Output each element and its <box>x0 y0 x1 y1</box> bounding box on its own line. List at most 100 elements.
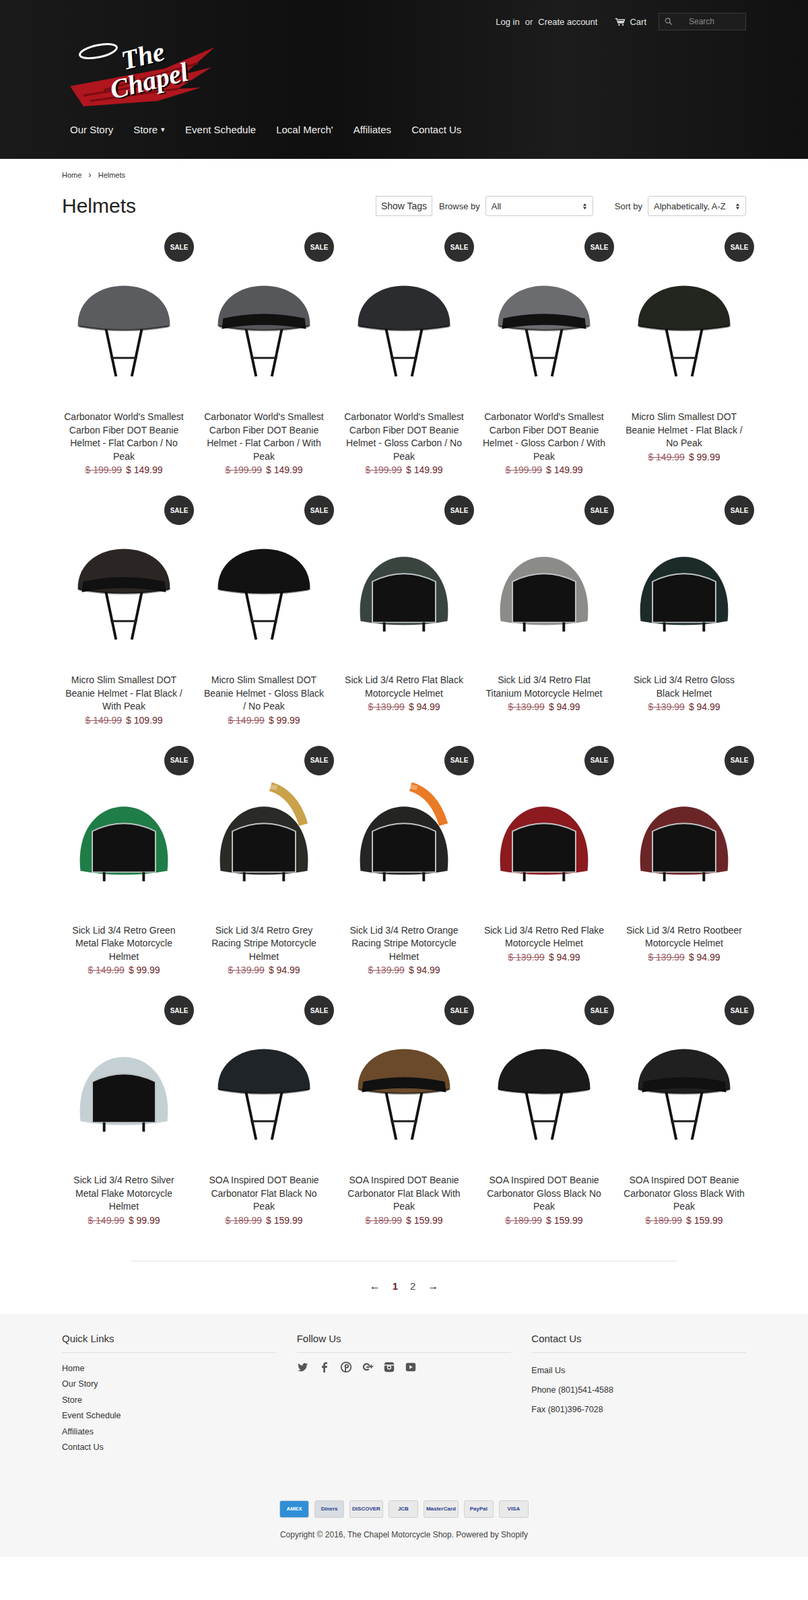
prev-page-button[interactable]: ← <box>369 1280 381 1293</box>
youtube-icon[interactable] <box>404 1361 417 1374</box>
product-price: $ 199.99$ 149.99 <box>505 464 584 476</box>
product-card[interactable]: SALESick Lid 3/4 Retro Silver Metal Flak… <box>61 995 186 1227</box>
nav-item[interactable]: Affiliates <box>345 118 400 141</box>
beanie-helmet-icon <box>64 252 184 385</box>
facebook-icon[interactable] <box>318 1361 331 1374</box>
payment-icon: JCB <box>388 1500 419 1519</box>
original-price: $ 199.99 <box>505 464 543 476</box>
product-card[interactable]: SALECarbonator World's Smallest Carbon F… <box>202 232 326 476</box>
product-card[interactable]: SALECarbonator World's Smallest Carbon F… <box>482 232 606 476</box>
sale-price: $ 149.99 <box>406 464 444 476</box>
product-card[interactable]: SALESick Lid 3/4 Retro Orange Racing Str… <box>342 746 466 977</box>
nav-item[interactable]: Store▾ <box>125 118 174 141</box>
twitter-icon[interactable] <box>296 1361 310 1374</box>
sale-price: $ 159.99 <box>406 1215 444 1227</box>
logo-text: The Chapel <box>90 31 202 106</box>
sale-badge: SALE <box>304 995 334 1026</box>
nav-item[interactable]: Our Story <box>61 118 122 141</box>
footer-link[interactable]: Contact Us <box>61 1440 277 1457</box>
payment-icon: VISA <box>498 1500 529 1519</box>
product-title: Sick Lid 3/4 Retro Grey Racing Stripe Mo… <box>202 924 326 965</box>
collection-title: Helmets <box>61 194 137 218</box>
nav-item[interactable]: Event Schedule <box>177 118 264 141</box>
nav-item[interactable]: Contact Us <box>403 118 470 141</box>
product-price: $ 199.99$ 149.99 <box>85 464 163 476</box>
create-account-link[interactable]: Create account <box>537 16 598 27</box>
product-title: Sick Lid 3/4 Retro Red Flake Motorcycle … <box>482 924 606 951</box>
product-card[interactable]: SALESick Lid 3/4 Retro Rootbeer Motorcyc… <box>622 746 747 977</box>
cart-icon <box>614 17 626 27</box>
login-link[interactable]: Log in <box>495 16 520 27</box>
next-page-button[interactable]: → <box>427 1280 439 1293</box>
footer-link[interactable]: Store <box>61 1393 277 1410</box>
sort-select[interactable]: Alphabetically, A-Z <box>647 195 747 217</box>
product-image: SALE <box>482 995 606 1168</box>
product-card[interactable]: SALESick Lid 3/4 Retro Gloss Black Helme… <box>622 495 747 726</box>
googleplus-icon[interactable] <box>361 1361 374 1374</box>
page-number[interactable]: 2 <box>410 1280 416 1293</box>
beanie-helmet-icon <box>344 1016 464 1149</box>
payment-icon: Diners <box>314 1500 345 1519</box>
product-price: $ 139.99$ 94.99 <box>647 701 720 713</box>
footer-link[interactable]: Home <box>61 1361 277 1378</box>
product-title: SOA Inspired DOT Beanie Carbonator Flat … <box>202 1174 326 1215</box>
nav-item[interactable]: Local Merch' <box>267 118 342 141</box>
beanie-helmet-icon <box>64 515 184 648</box>
product-price: $ 149.99$ 99.99 <box>227 715 300 726</box>
product-price: $ 149.99$ 99.99 <box>87 1215 160 1227</box>
product-card[interactable]: SALE Sick Lid 3/4 Retro Red Flake Motorcy… <box>482 746 606 977</box>
sale-price: $ 94.99 <box>408 964 441 976</box>
product-title: Carbonator World's Smallest Carbon Fiber… <box>482 410 606 464</box>
product-price: $ 149.99$ 99.99 <box>87 964 160 976</box>
product-image: SALE <box>482 746 606 918</box>
footer-link[interactable]: Event Schedule <box>61 1408 277 1425</box>
footer-link[interactable]: Affiliates <box>61 1424 277 1441</box>
product-card[interactable]: SALESOA Inspired DOT Beanie Carbonator F… <box>202 995 326 1227</box>
sale-badge: SALE <box>444 995 475 1026</box>
cart-link[interactable]: Cart <box>614 16 647 27</box>
payment-icon: DISCOVER <box>349 1500 384 1519</box>
product-card[interactable]: SALECarbonator World's Smallest Carbon F… <box>61 232 186 476</box>
product-card[interactable]: SALESOA Inspired DOT Beanie Carbonator F… <box>342 995 466 1227</box>
product-card[interactable]: SALESick Lid 3/4 Retro Green Metal Flake… <box>61 746 186 977</box>
page-number[interactable]: 1 <box>392 1280 398 1293</box>
product-card[interactable]: SALESick Lid 3/4 Retro Flat Titanium Mot… <box>482 495 606 726</box>
footer-link[interactable]: Our Story <box>61 1376 277 1394</box>
product-card[interactable]: SALESick Lid 3/4 Retro Flat Black Motorc… <box>342 495 466 726</box>
product-image: SALE <box>202 746 326 918</box>
product-card[interactable]: SALECarbonator World's Smallest Carbon F… <box>342 232 466 476</box>
sale-badge: SALE <box>304 746 334 776</box>
instagram-icon[interactable] <box>383 1361 396 1374</box>
browse-select[interactable]: All <box>485 195 594 217</box>
product-price: $ 139.99$ 94.99 <box>367 701 440 713</box>
show-tags-button[interactable]: Show Tags <box>375 195 433 217</box>
main-nav: Our StoryStore▾Event ScheduleLocal Merch… <box>61 114 747 141</box>
product-card[interactable]: SALE Sick Lid 3/4 Retro Grey Racing Strip… <box>202 746 326 977</box>
product-card[interactable]: SALESOA Inspired DOT Beanie Carbonator G… <box>482 995 606 1227</box>
beanie-helmet-icon <box>204 252 324 385</box>
product-card[interactable]: SALEMicro Slim Smallest DOT Beanie Helme… <box>622 232 747 476</box>
contact-item[interactable]: Email Us <box>531 1361 747 1382</box>
product-card[interactable]: SALEMicro Slim Smallest DOT Beanie Helme… <box>202 495 326 726</box>
original-price: $ 139.99 <box>367 701 405 713</box>
beanie-helmet-icon <box>484 252 604 385</box>
sale-badge: SALE <box>304 495 334 526</box>
product-title: Micro Slim Smallest DOT Beanie Helmet - … <box>61 674 186 714</box>
product-card[interactable]: SALEMicro Slim Smallest DOT Beanie Helme… <box>61 495 186 726</box>
sale-price: $ 99.99 <box>128 1215 161 1227</box>
original-price: $ 189.99 <box>365 1215 403 1227</box>
quick-links: Quick LinksHomeOur StoryStoreEvent Sched… <box>61 1333 277 1457</box>
product-price: $ 189.99$ 159.99 <box>225 1215 303 1227</box>
payment-icon: AMEX <box>279 1500 310 1519</box>
product-card[interactable]: SALESOA Inspired DOT Beanie Carbonator G… <box>622 995 747 1227</box>
contact-item: Fax (801)396-7028 <box>531 1400 747 1421</box>
breadcrumb-item[interactable]: Home <box>61 171 82 180</box>
open-face-helmet-icon <box>484 765 604 898</box>
beanie-helmet-icon <box>344 252 464 385</box>
product-title: Micro Slim Smallest DOT Beanie Helmet - … <box>622 410 747 451</box>
top-bar: Log inorCreate accountCartSearch <box>61 12 747 31</box>
logo[interactable]: The Chapel <box>63 33 219 115</box>
pinterest-icon[interactable] <box>340 1361 353 1374</box>
search-field[interactable]: Search <box>658 12 747 31</box>
product-title: Micro Slim Smallest DOT Beanie Helmet - … <box>202 674 326 714</box>
